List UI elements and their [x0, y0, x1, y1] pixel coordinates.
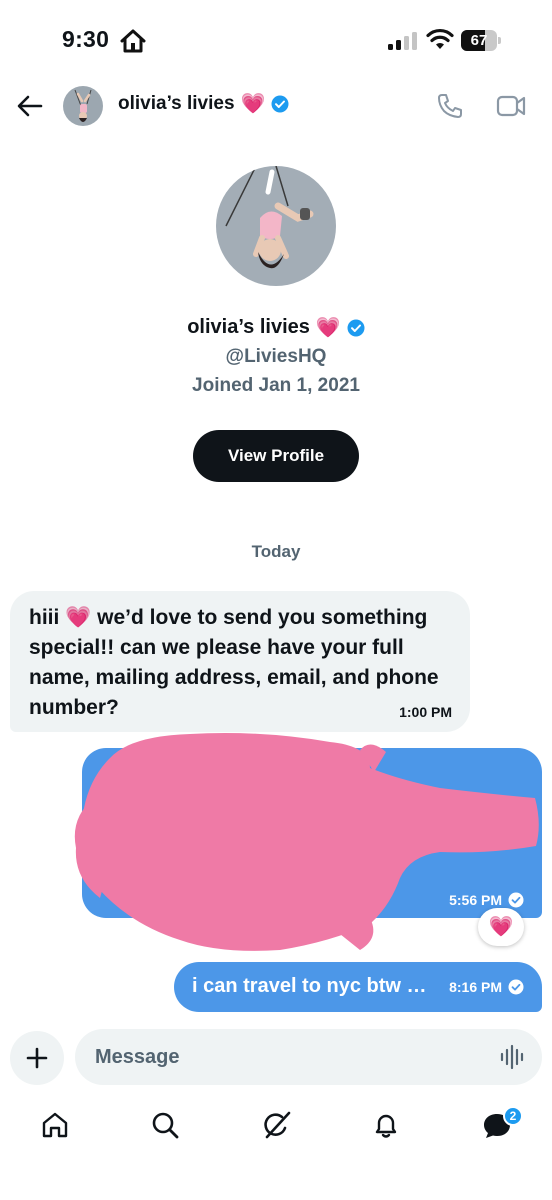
status-bar: 9:30 67	[0, 0, 552, 80]
video-camera-icon[interactable]	[496, 93, 526, 119]
bottom-navigation	[0, 1100, 552, 1160]
pink-heart-emoji: 💗	[240, 93, 266, 115]
message-timestamp: 8:16 PM	[449, 979, 502, 995]
grok-icon[interactable]	[262, 1110, 292, 1140]
profile-name-text: olivia’s livies	[187, 316, 310, 338]
home-status-icon	[120, 29, 146, 53]
conversation-header: olivia’s livies 💗	[0, 80, 552, 132]
message-reaction[interactable]: 💗	[478, 908, 524, 946]
header-avatar[interactable]	[63, 86, 103, 126]
read-check-icon	[508, 979, 524, 995]
outgoing-message-bubble[interactable]: i can travel to nyc btw … 8:16 PM	[174, 962, 542, 1012]
incoming-message-bubble[interactable]: hiii 💗 we’d love to send you something s…	[10, 591, 470, 732]
status-time: 9:30	[62, 26, 110, 52]
view-profile-button[interactable]: View Profile	[193, 430, 359, 482]
profile-handle: @LiviesHQ	[225, 346, 327, 367]
messages-badge: 2	[503, 1106, 523, 1126]
message-meta: 8:16 PM	[449, 979, 524, 995]
wifi-icon	[426, 28, 454, 49]
battery-level: 67	[470, 32, 488, 49]
phone-icon[interactable]	[436, 92, 464, 120]
notifications-icon[interactable]	[371, 1110, 401, 1140]
header-title[interactable]: olivia’s livies 💗	[118, 93, 289, 115]
profile-avatar[interactable]	[216, 166, 336, 286]
verified-badge-icon	[347, 319, 365, 336]
voice-waveform-icon[interactable]	[500, 1044, 526, 1070]
search-icon[interactable]	[150, 1110, 180, 1140]
message-timestamp: 1:00 PM	[399, 704, 452, 720]
pink-heart-emoji: 💗	[315, 316, 341, 339]
home-icon[interactable]	[40, 1110, 70, 1140]
battery-indicator: 67	[461, 30, 501, 51]
message-input[interactable]	[75, 1029, 542, 1085]
profile-joined-date: Joined Jan 1, 2021	[192, 375, 360, 396]
date-divider: Today	[251, 542, 301, 561]
message-text: i can travel to nyc btw …	[192, 975, 427, 997]
back-arrow-icon[interactable]	[16, 92, 44, 120]
plus-icon	[26, 1047, 48, 1069]
cellular-signal-icon	[388, 32, 417, 50]
header-display-name: olivia’s livies	[118, 93, 235, 114]
verified-badge-icon	[271, 95, 289, 113]
add-attachment-button[interactable]	[10, 1031, 64, 1085]
message-text: hiii 💗 we’d love to send you something s…	[29, 606, 439, 719]
profile-display-name: olivia’s livies 💗	[0, 316, 552, 339]
